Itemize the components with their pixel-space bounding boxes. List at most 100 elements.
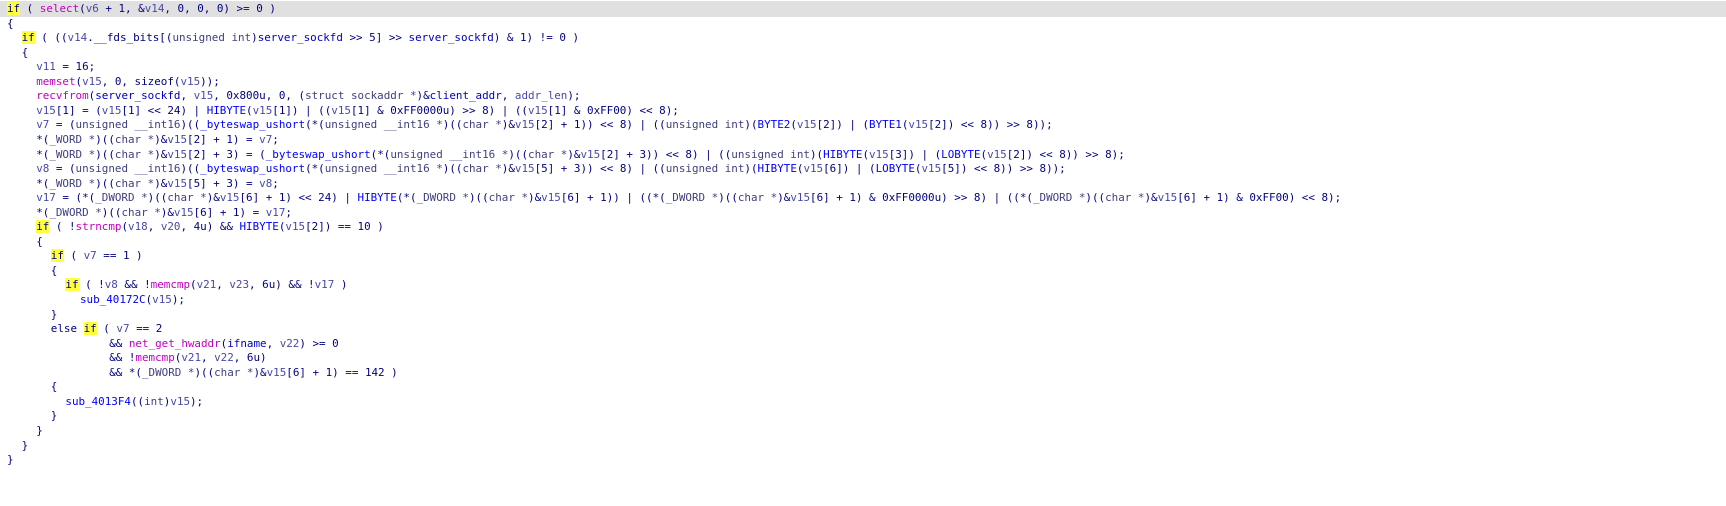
code-text[interactable]: && !	[109, 351, 135, 364]
code-text[interactable]: ));	[200, 75, 220, 88]
code-text[interactable]: )&	[154, 177, 167, 190]
code-text[interactable]: , 0x800u, 0, (	[213, 89, 305, 102]
code-text[interactable]: *(	[36, 148, 49, 161]
code-text[interactable]: )&	[207, 191, 220, 204]
code-text[interactable]: ;	[272, 133, 279, 146]
code-text[interactable]: )((	[180, 162, 200, 175]
code-text[interactable]: )((	[102, 206, 122, 219]
variable-token[interactable]: v15	[167, 133, 187, 146]
variable-token[interactable]: v15	[167, 148, 187, 161]
type-cast-token[interactable]: unsigned __int16 *	[325, 162, 443, 175]
code-text[interactable]: )(	[810, 148, 823, 161]
code-text[interactable]: ,	[267, 337, 280, 350]
api-call-token[interactable]: BYTE2	[758, 118, 791, 131]
type-cast-token[interactable]: char *	[462, 118, 501, 131]
code-text[interactable]: [2]) << 8)) >> 8));	[928, 118, 1053, 131]
code-text[interactable]: ,	[180, 89, 193, 102]
variable-token[interactable]: v15	[515, 118, 535, 131]
code-text[interactable]: (*(	[397, 191, 417, 204]
type-cast-token[interactable]: unsigned int	[731, 148, 810, 161]
api-call-token[interactable]: _byteswap_ushort	[200, 118, 305, 131]
api-call-token[interactable]: LOBYTE	[876, 162, 915, 175]
code-text[interactable]: (	[64, 249, 84, 262]
type-cast-token[interactable]: _DWORD *	[49, 206, 101, 219]
code-text[interactable]: (*(	[371, 148, 391, 161]
variable-token[interactable]: v7	[84, 249, 97, 262]
variable-token[interactable]: v20	[161, 220, 181, 233]
code-text[interactable]: [1] = (	[56, 104, 102, 117]
code-text[interactable]: [5]) << 8)) >> 8));	[941, 162, 1066, 175]
code-text[interactable]: )&	[502, 118, 515, 131]
code-text[interactable]: )((	[194, 366, 214, 379]
variable-token[interactable]: v15	[797, 118, 817, 131]
variable-token[interactable]: v15	[82, 75, 102, 88]
code-text[interactable]: [6] + 1) =	[194, 206, 266, 219]
variable-token[interactable]: v17	[36, 191, 56, 204]
code-text[interactable]: [2] + 1)) << 8) | ((	[535, 118, 666, 131]
code-text[interactable]: }	[51, 409, 58, 422]
code-text[interactable]: [2] + 3) = (	[187, 148, 266, 161]
code-text[interactable]: )&	[777, 191, 790, 204]
variable-token[interactable]: v15	[515, 162, 535, 175]
variable-token[interactable]: v7	[116, 322, 129, 335]
code-text[interactable]: [1] & 0xFF0000u) >> 8) | ((	[351, 104, 528, 117]
code-text[interactable]: [6] + 1)) | ((*(	[561, 191, 666, 204]
code-text[interactable]: )&	[567, 148, 580, 161]
highlighted-keyword-token[interactable]: if	[21, 31, 35, 45]
type-cast-token[interactable]: char *	[489, 191, 528, 204]
type-cast-token[interactable]: char *	[214, 366, 253, 379]
type-cast-token[interactable]: unsigned int	[172, 31, 251, 44]
code-text[interactable]: )((	[148, 191, 168, 204]
type-cast-token[interactable]: _WORD *	[49, 177, 95, 190]
type-cast-token[interactable]: char *	[462, 162, 501, 175]
code-text[interactable]: [3]) | (	[889, 148, 941, 161]
type-cast-token[interactable]: char *	[115, 133, 154, 146]
global-variable-token[interactable]: ifname	[227, 337, 266, 350]
variable-token[interactable]: v6	[86, 2, 99, 15]
global-variable-token[interactable]: server_sockfd	[258, 31, 343, 44]
variable-token[interactable]: v15	[36, 104, 56, 117]
code-text[interactable]: (*(	[305, 162, 325, 175]
code-text[interactable]: )(	[744, 162, 757, 175]
type-cast-token[interactable]: char *	[121, 206, 160, 219]
type-cast-token[interactable]: _WORD *	[49, 133, 95, 146]
variable-token[interactable]: v15	[528, 104, 548, 117]
variable-token[interactable]: v8	[105, 278, 118, 291]
variable-token[interactable]: v15	[580, 148, 600, 161]
code-text[interactable]: *(	[36, 206, 49, 219]
type-cast-token[interactable]: char *	[115, 177, 154, 190]
variable-token[interactable]: v15	[267, 366, 287, 379]
variable-token[interactable]: v14	[68, 31, 88, 44]
variable-token[interactable]: v15	[180, 75, 200, 88]
code-text[interactable]: [6] + 1) & 0xFF0000u) >> 8) | ((*(	[810, 191, 1033, 204]
variable-token[interactable]: v15	[541, 191, 561, 204]
code-text[interactable]: [2] + 1) =	[187, 133, 259, 146]
variable-token[interactable]: v17	[266, 206, 286, 219]
code-text[interactable]: );	[172, 293, 185, 306]
code-text[interactable]: , 6u)	[234, 351, 267, 364]
highlighted-keyword-token[interactable]: if	[65, 278, 79, 292]
function-call-token[interactable]: select	[40, 2, 79, 15]
code-text[interactable]: )	[334, 278, 348, 291]
code-text[interactable]: [6] + 1) == 142 )	[286, 366, 397, 379]
code-text[interactable]: = 16;	[56, 60, 95, 73]
code-text[interactable]: );	[190, 395, 203, 408]
type-cast-token[interactable]: char *	[1105, 191, 1144, 204]
variable-token[interactable]: v15	[1158, 191, 1178, 204]
variable-token[interactable]: v8	[259, 177, 272, 190]
variable-token[interactable]: v15	[152, 293, 172, 306]
highlighted-keyword-token[interactable]: if	[83, 322, 97, 336]
code-text[interactable]: }	[51, 308, 58, 321]
variable-token[interactable]: v11	[36, 60, 56, 73]
code-text[interactable]: , 0, 0, 0) >= 0 )	[164, 2, 275, 15]
code-text[interactable]: .__fds_bits[(	[87, 31, 172, 44]
code-text[interactable]: ) >= 0	[299, 337, 338, 350]
variable-token[interactable]: v23	[229, 278, 249, 291]
code-text[interactable]: )&	[253, 366, 266, 379]
code-text[interactable]: *(	[36, 177, 49, 190]
code-text[interactable]: )&	[528, 191, 541, 204]
variable-token[interactable]: v18	[128, 220, 148, 233]
code-text[interactable]: ,	[148, 220, 161, 233]
code-text[interactable]: )&	[154, 148, 167, 161]
code-text[interactable]: [2]) == 10 )	[305, 220, 384, 233]
